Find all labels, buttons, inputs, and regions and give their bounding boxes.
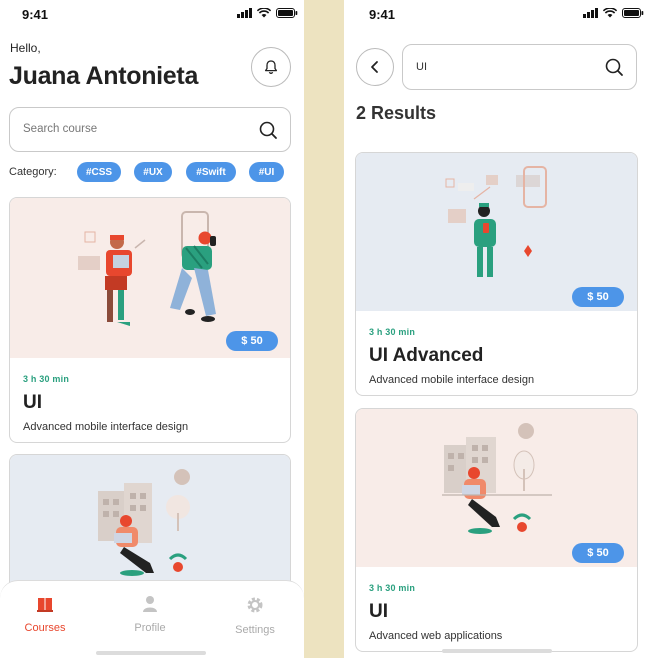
course-subtitle: Advanced web applications (369, 630, 503, 642)
signal-icon (237, 8, 252, 18)
person-icon (143, 596, 157, 612)
status-icons (237, 8, 298, 18)
course-card[interactable]: $ 50 3 h 30 min UI Advanced Advanced mob… (355, 152, 638, 396)
home-indicator[interactable] (442, 649, 552, 653)
category-chip-ux[interactable]: #UX (134, 162, 172, 182)
search-input[interactable]: Search course (9, 107, 291, 152)
course-card[interactable]: $ 50 3 h 30 min UI Advanced web applicat… (355, 408, 638, 652)
greeting: Hello, (10, 41, 41, 55)
search-icon[interactable] (604, 57, 624, 77)
results-count: 2 Results (356, 103, 437, 123)
price-badge: $ 50 (226, 331, 278, 351)
back-button[interactable] (356, 48, 394, 86)
course-card[interactable]: $ 50 3 h 30 min UI Advanced mobile inter… (9, 197, 291, 443)
status-bar: 9:41 (344, 0, 647, 28)
category-chip-css[interactable]: #CSS (77, 162, 121, 182)
course-duration: 3 h 30 min (369, 583, 416, 593)
search-results-screen: 9:41 UI 2 Results $ 50 3 h 30 min UI Adv… (344, 0, 647, 658)
nav-profile[interactable]: Profile (115, 595, 185, 634)
nav-courses[interactable]: Courses (10, 595, 80, 634)
course-illustration: $ 50 (10, 198, 290, 358)
gear-icon (247, 597, 263, 613)
status-icons (583, 8, 644, 18)
course-title: UI Advanced (369, 345, 484, 366)
bottom-nav: Courses Profile Settings (0, 580, 304, 658)
course-duration: 3 h 30 min (369, 327, 416, 337)
category-chip-swift[interactable]: #Swift (186, 162, 236, 182)
course-title: UI (23, 392, 42, 413)
bell-icon (264, 60, 278, 74)
status-bar: 9:41 (0, 0, 304, 28)
search-icon[interactable] (258, 120, 278, 140)
book-icon (37, 598, 53, 612)
signal-icon (583, 8, 598, 18)
nav-settings[interactable]: Settings (220, 595, 290, 636)
battery-icon (276, 8, 298, 18)
course-illustration: $ 50 (356, 409, 637, 567)
course-illustration: $ 50 (356, 153, 637, 311)
nav-label-settings: Settings (235, 624, 275, 636)
wifi-icon (603, 8, 617, 18)
user-name: Juana Antonieta (9, 62, 199, 90)
nav-label-courses: Courses (24, 622, 66, 634)
course-subtitle: Advanced mobile interface design (369, 374, 535, 386)
course-duration: 3 h 30 min (23, 374, 70, 384)
category-chip-ui[interactable]: #UI (249, 162, 284, 182)
category-label: Category: (9, 166, 57, 178)
battery-icon (622, 8, 644, 18)
price-badge: $ 50 (572, 287, 624, 307)
wifi-icon (257, 8, 271, 18)
nav-label-profile: Profile (134, 622, 166, 634)
chevron-left-icon (371, 61, 378, 73)
home-screen: 9:41 Hello, Juana Antonieta Search cours… (0, 0, 304, 658)
home-indicator[interactable] (96, 651, 206, 655)
search-input[interactable]: UI (402, 44, 637, 90)
price-badge: $ 50 (572, 543, 624, 563)
search-placeholder: Search course (23, 123, 98, 135)
status-time: 9:41 (369, 7, 396, 22)
search-query: UI (416, 61, 427, 73)
notifications-button[interactable] (251, 47, 291, 87)
status-time: 9:41 (22, 7, 49, 22)
course-title: UI (369, 601, 388, 622)
course-subtitle: Advanced mobile interface design (23, 421, 189, 433)
